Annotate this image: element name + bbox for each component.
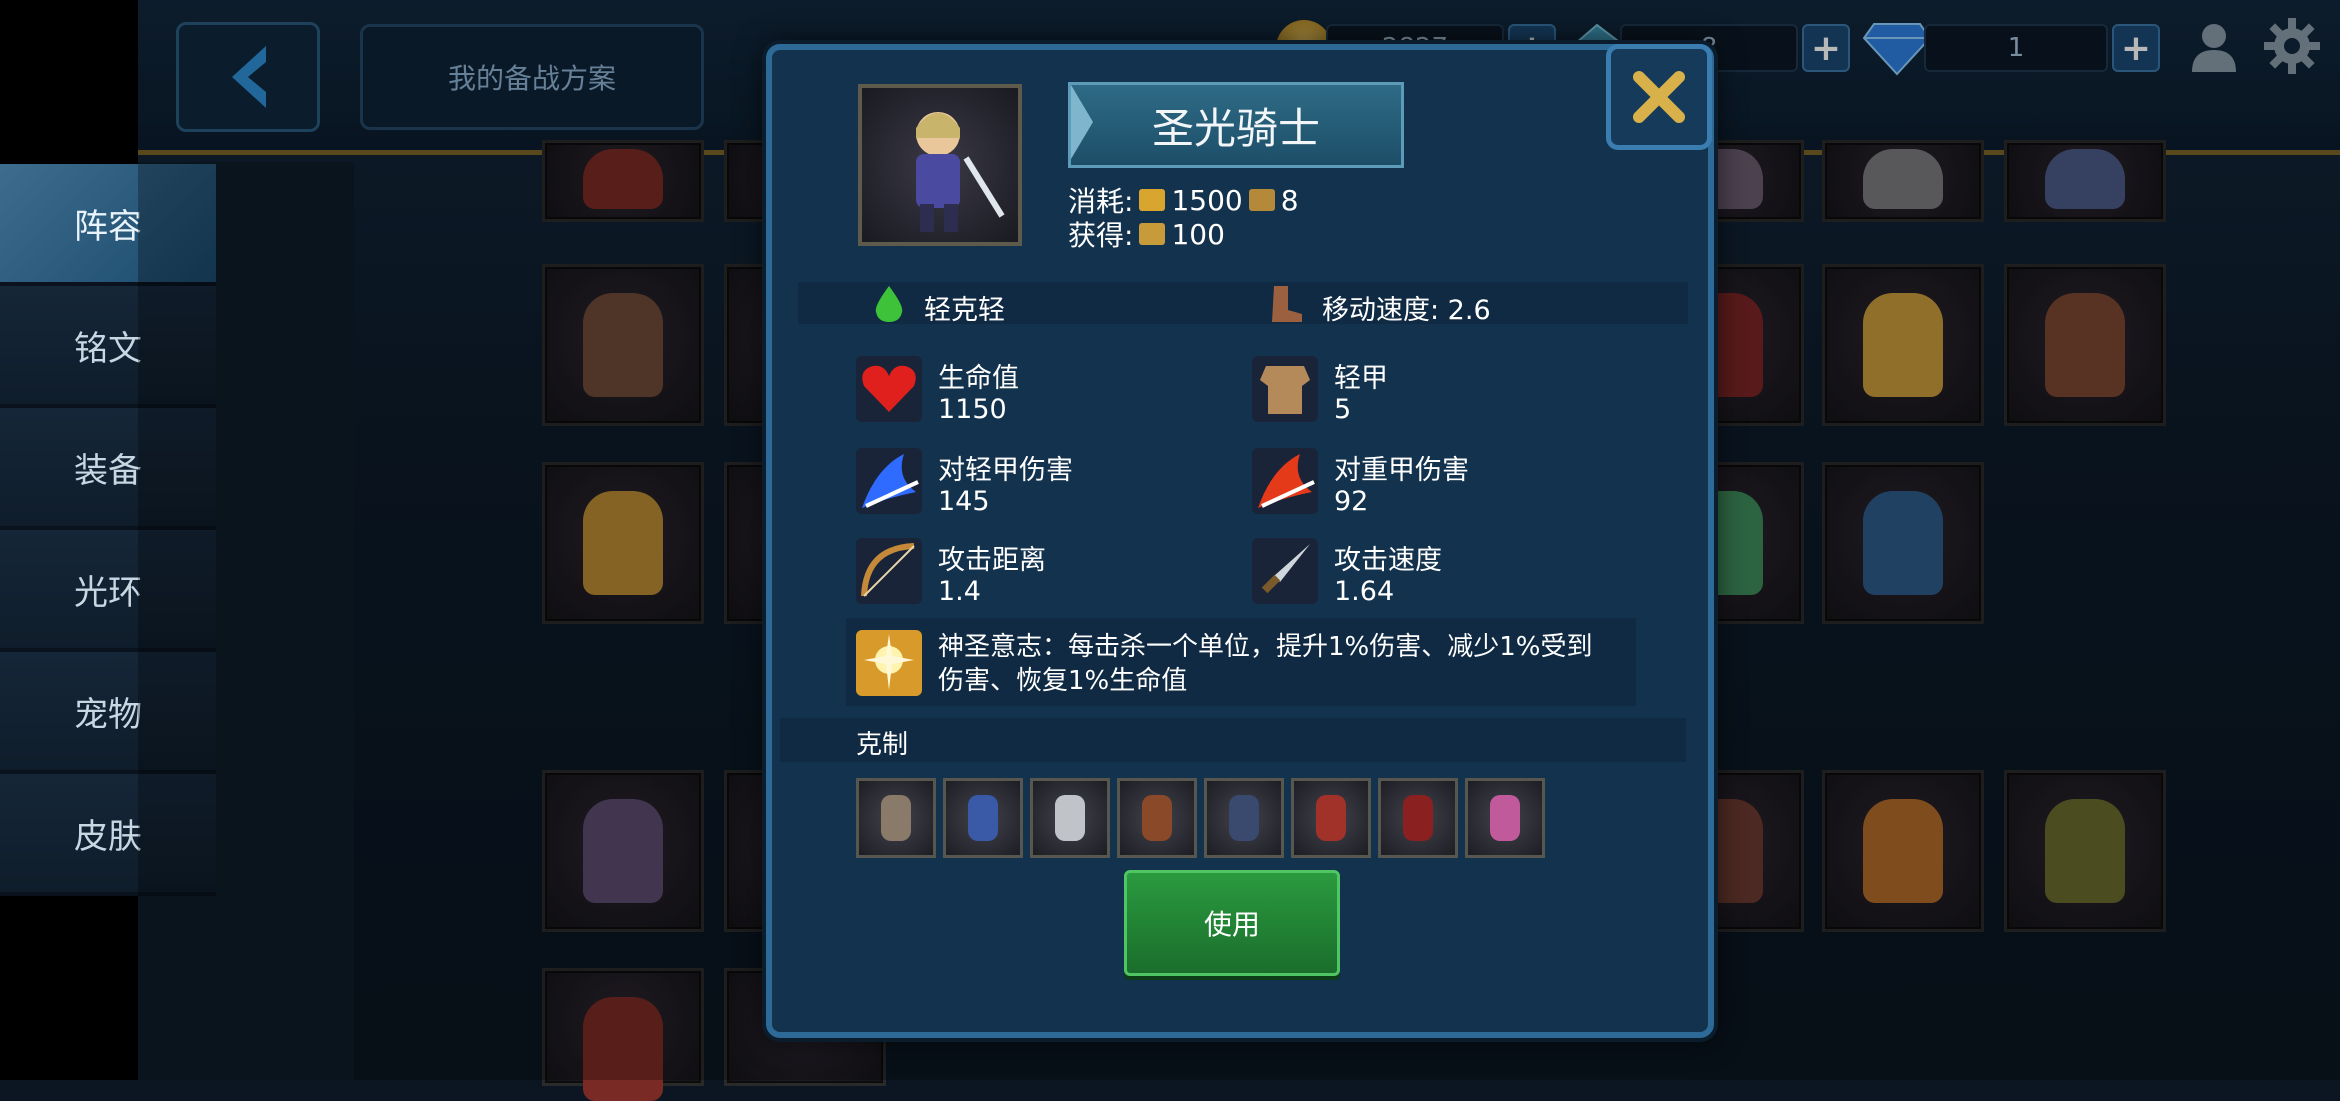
hp-label: 生命值 bbox=[938, 363, 1019, 394]
counter-unit-thumb[interactable] bbox=[1117, 778, 1197, 858]
counter-unit-thumb[interactable] bbox=[1291, 778, 1371, 858]
knight-avatar bbox=[916, 112, 1005, 232]
boot-icon bbox=[1272, 286, 1302, 322]
blue-slash-icon bbox=[856, 448, 922, 514]
light-dmg-label: 对轻甲伤害 bbox=[938, 455, 1073, 486]
counter-unit-thumb[interactable] bbox=[943, 778, 1023, 858]
counter-band bbox=[780, 718, 1686, 762]
range-value: 1.4 bbox=[938, 576, 981, 607]
honor-icon bbox=[1139, 223, 1166, 245]
counter-unit-thumb[interactable] bbox=[856, 778, 936, 858]
armor-value: 5 bbox=[1334, 394, 1352, 425]
counter-unit-thumb[interactable] bbox=[1030, 778, 1110, 858]
heart-icon bbox=[856, 356, 922, 422]
hp-value: 1150 bbox=[938, 394, 1007, 425]
atk-speed-value: 1.64 bbox=[1334, 576, 1395, 607]
dagger-icon bbox=[1252, 538, 1318, 604]
gold-icon bbox=[1139, 189, 1166, 211]
skill-line-1: 神圣意志：每击杀一个单位，提升1%伤害、减少1%受到 bbox=[938, 632, 1593, 662]
counter-label: 克制 bbox=[856, 730, 909, 760]
gain-value: 100 bbox=[1171, 217, 1225, 251]
cost-gold: 1500 bbox=[1171, 183, 1243, 217]
bow-icon bbox=[856, 538, 922, 604]
population-icon bbox=[1248, 189, 1275, 211]
cost-population: 8 bbox=[1280, 183, 1299, 217]
counter-type: 轻克轻 bbox=[924, 295, 1005, 326]
move-speed: 移动速度: 2.6 bbox=[1322, 295, 1491, 326]
armor-label: 轻甲 bbox=[1334, 363, 1388, 394]
gain-label: 获得: bbox=[1068, 219, 1134, 252]
close-icon bbox=[1633, 71, 1685, 123]
green-drop-icon bbox=[875, 286, 903, 322]
use-button[interactable]: 使用 bbox=[1124, 870, 1340, 976]
counter-unit-thumb[interactable] bbox=[1204, 778, 1284, 858]
range-label: 攻击距离 bbox=[938, 545, 1046, 576]
red-slash-icon bbox=[1252, 448, 1318, 514]
skill-line-2: 伤害、恢复1%生命值 bbox=[938, 666, 1188, 696]
counter-unit-thumb[interactable] bbox=[1465, 778, 1545, 858]
light-armor-icon bbox=[1252, 356, 1318, 422]
light-dmg-value: 145 bbox=[938, 486, 990, 517]
gain-row: 获得: 100 bbox=[1068, 214, 1225, 254]
counter-unit-thumb[interactable] bbox=[1378, 778, 1458, 858]
heavy-dmg-value: 92 bbox=[1334, 486, 1369, 517]
close-button[interactable] bbox=[1606, 44, 1712, 150]
atk-speed-label: 攻击速度 bbox=[1334, 545, 1442, 576]
unit-name: 圣光骑士 bbox=[1068, 82, 1404, 168]
heavy-dmg-label: 对重甲伤害 bbox=[1334, 455, 1469, 486]
holy-will-icon bbox=[856, 630, 922, 696]
unit-portrait bbox=[858, 84, 1022, 246]
